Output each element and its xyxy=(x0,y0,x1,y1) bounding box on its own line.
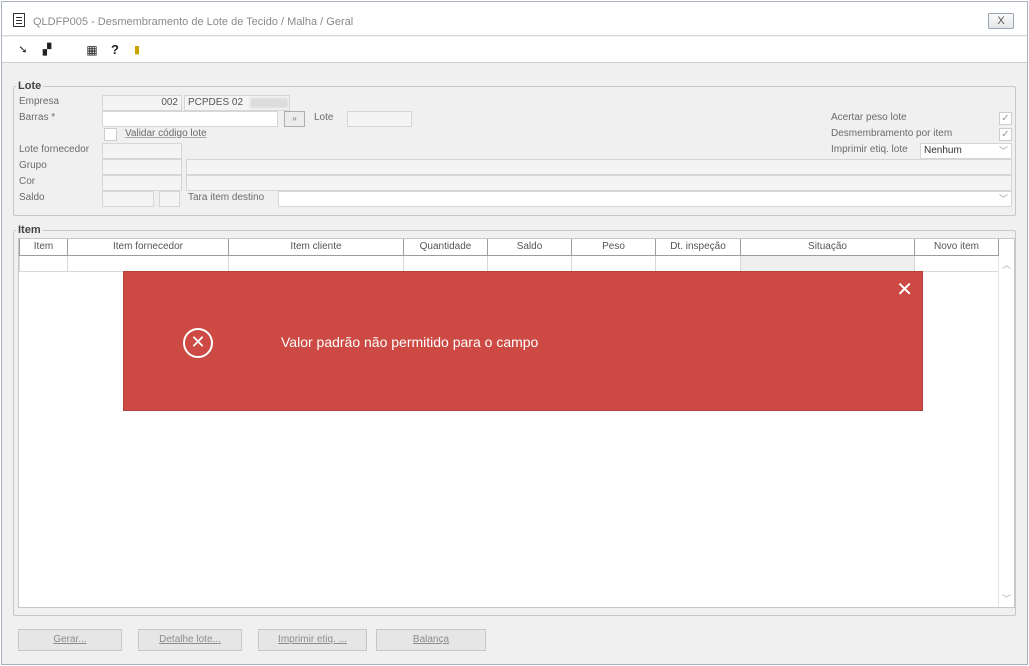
table-cell[interactable] xyxy=(229,256,404,272)
table-cell[interactable] xyxy=(572,256,656,272)
scroll-down-icon[interactable]: ﹀ xyxy=(1002,592,1011,605)
grupo-code-field[interactable] xyxy=(102,159,182,175)
imprimir-value: Nenhum xyxy=(924,145,962,156)
grupo-desc-field xyxy=(186,159,1012,175)
acertar-label: Acertar peso lote xyxy=(831,112,907,123)
grupo-label: Grupo xyxy=(19,160,47,171)
validar-checkbox[interactable] xyxy=(104,128,117,141)
vertical-scrollbar[interactable]: ︿ ﹀ xyxy=(998,256,1014,607)
chevron-down-icon: ﹀ xyxy=(998,194,1008,204)
validar-label: Validar código lote xyxy=(125,128,207,139)
table-cell[interactable] xyxy=(19,256,68,272)
close-icon[interactable]: ✕ xyxy=(896,279,913,299)
column-header-saldo[interactable]: Saldo xyxy=(488,239,572,255)
scroll-up-icon[interactable]: ︿ xyxy=(1002,258,1011,271)
table-row[interactable] xyxy=(19,256,999,272)
tara-dropdown[interactable]: ﹀ xyxy=(278,191,1012,207)
barras-label: Barras * xyxy=(19,112,56,123)
saldo-unit-field xyxy=(159,191,180,207)
tara-label: Tara item destino xyxy=(188,192,265,203)
copy-icon[interactable]: ▞ xyxy=(40,43,54,57)
title-bar: QLDFP005 - Desmembramento de Lote de Tec… xyxy=(2,2,1027,36)
window-close-button[interactable]: X xyxy=(988,13,1014,29)
cor-label: Cor xyxy=(19,176,36,187)
document-icon xyxy=(13,13,25,27)
column-header-quantidade[interactable]: Quantidade xyxy=(404,239,488,255)
imprimir-label: Imprimir etiq. lote xyxy=(831,144,908,155)
arrow-in-icon[interactable]: ➘ xyxy=(16,43,30,57)
saldo-field xyxy=(102,191,154,207)
acertar-checkbox[interactable]: ✓ xyxy=(999,112,1012,125)
lote-label: Lote xyxy=(314,112,334,123)
column-header-novo-item[interactable]: Novo item xyxy=(915,239,999,255)
gerar-button[interactable]: Gerar... xyxy=(18,629,122,651)
table-cell[interactable] xyxy=(488,256,572,272)
exit-icon[interactable]: ▮ xyxy=(130,43,144,57)
help-icon[interactable]: ? xyxy=(108,43,122,57)
table-cell[interactable] xyxy=(741,256,915,272)
desmembramento-checkbox[interactable]: ✓ xyxy=(999,128,1012,141)
lote-legend: Lote xyxy=(18,80,42,92)
imprimir-dropdown[interactable]: Nenhum ﹀ xyxy=(920,143,1012,159)
column-header-peso[interactable]: Peso xyxy=(572,239,656,255)
calendar-icon[interactable]: ▦ xyxy=(85,43,99,57)
table-cell[interactable] xyxy=(656,256,741,272)
desmembramento-label: Desmembramento por item xyxy=(831,128,953,139)
chevron-down-icon: ﹀ xyxy=(998,146,1008,156)
error-message: Valor padrão não permitido para o campo xyxy=(281,334,539,350)
error-notification: ✕ Valor padrão não permitido para o camp… xyxy=(123,271,923,411)
table-cell[interactable] xyxy=(404,256,488,272)
cor-desc-field xyxy=(186,175,1012,191)
column-header-dt-inspecao[interactable]: Dt. inspeção xyxy=(656,239,741,255)
imprimir-etiq-button[interactable]: Imprimir etiq. ... xyxy=(258,629,367,651)
toolbar: ➘ ▞ ▦ ? ▮ xyxy=(2,37,1027,63)
column-header-item-cliente[interactable]: Item cliente xyxy=(229,239,404,255)
table-cell[interactable] xyxy=(915,256,999,272)
lote-fornecedor-field[interactable] xyxy=(102,143,182,159)
window-title: QLDFP005 - Desmembramento de Lote de Tec… xyxy=(33,16,354,28)
column-header-item[interactable]: Item xyxy=(19,239,68,255)
column-header-item-fornecedor[interactable]: Item fornecedor xyxy=(68,239,229,255)
error-circle-icon: ✕ xyxy=(183,328,213,358)
empresa-name-text: PCPDES 02 xyxy=(188,97,244,108)
empresa-code-field[interactable]: 002 xyxy=(102,95,182,111)
lote-input[interactable] xyxy=(347,111,412,127)
grid-header: Item Item fornecedor Item cliente Quanti… xyxy=(19,239,999,256)
empresa-label: Empresa xyxy=(19,96,60,107)
saldo-label: Saldo xyxy=(19,192,45,203)
cor-code-field[interactable] xyxy=(102,175,182,191)
redacted-area xyxy=(250,98,288,108)
balanca-button[interactable]: Balança xyxy=(376,629,486,651)
table-cell[interactable] xyxy=(68,256,229,272)
item-legend: Item xyxy=(18,224,41,236)
barras-input[interactable] xyxy=(102,111,278,127)
detalhe-lote-button[interactable]: Detalhe lote... xyxy=(138,629,242,651)
column-header-situacao[interactable]: Situação xyxy=(741,239,915,255)
lote-fornecedor-label: Lote fornecedor xyxy=(19,144,90,155)
barras-search-button[interactable]: » xyxy=(284,111,305,127)
